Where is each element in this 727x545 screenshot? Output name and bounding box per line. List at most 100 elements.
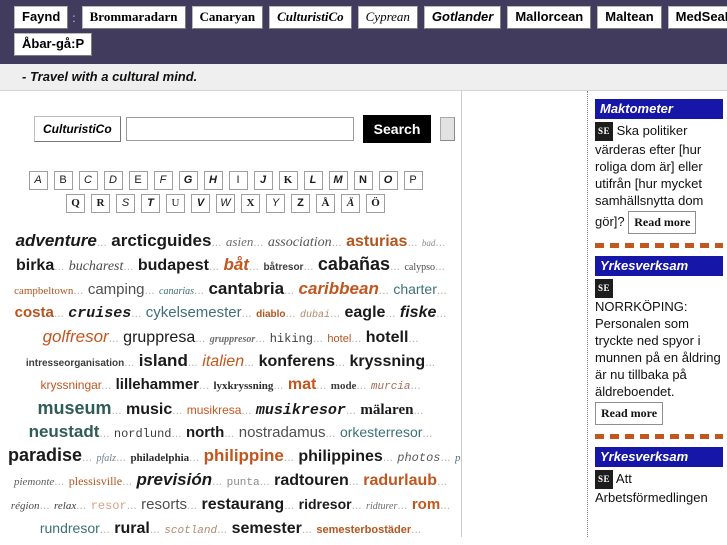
sidebar-block-title[interactable]: Maktometer [595,99,723,119]
tag-link-semesterbost-der[interactable]: semesterbostäder [316,524,411,536]
tag-link-m-laren[interactable]: mälaren [360,402,413,418]
nav-item-faynd[interactable]: Faynd [14,6,69,29]
tag-link-paradise[interactable]: paradise [8,445,82,465]
tag-link-music[interactable]: music [126,401,172,418]
tag-link-scotland[interactable]: scotland [164,525,217,537]
alphabet-button-r[interactable]: R [91,194,110,213]
tag-link-resor[interactable]: resor [91,499,127,513]
search-input[interactable] [125,117,354,141]
tag-link-ridresor[interactable]: ridresor [299,496,352,512]
tag-link-radurlaub[interactable]: radurlaub [363,472,437,489]
tag-link-r-gion[interactable]: région [11,500,40,512]
tag-link-intresseorganisation[interactable]: intresseorganisation [26,358,124,369]
tag-link-restaurang[interactable]: restaurang [201,496,284,513]
tag-link-konferens[interactable]: konferens [259,353,335,370]
tag-link-calypso[interactable]: calypso [404,262,435,273]
tag-link-b-t[interactable]: båt [223,255,249,274]
nav-item-mallorcean[interactable]: Mallorcean [507,6,592,29]
alphabet-button-w[interactable]: W [216,194,235,213]
tag-link-lyxkryssning[interactable]: lyxkryssning [213,380,273,392]
tag-link-relax[interactable]: relax [54,500,76,512]
tag-link-north[interactable]: north [186,424,224,441]
sidebar-block-title[interactable]: Yrkesverksam [595,256,723,276]
tag-link-murcia[interactable]: murcia [371,381,411,393]
tag-link-piemonte[interactable]: piemonte [14,476,54,488]
tag-link-musikresor[interactable]: musikresor [256,402,346,419]
tag-link-semester[interactable]: semester [232,520,302,537]
tag-link-cruises[interactable]: cruises [68,305,131,322]
read-more-button[interactable]: Read more [628,211,697,234]
alphabet-button-å[interactable]: Å [316,194,335,213]
tag-link-campbeltown[interactable]: campbeltown [14,285,73,297]
tag-link-asien[interactable]: asien [226,234,253,249]
tag-link-charter[interactable]: charter [393,281,437,297]
tag-link-musikresa[interactable]: musikresa [187,403,242,417]
tag-link-neustadt[interactable]: neustadt [29,422,100,441]
alphabet-button-d[interactable]: D [103,171,123,190]
tag-link-ridturer[interactable]: ridturer [366,501,397,512]
tag-link-caba-as[interactable]: cabañas [318,254,390,274]
tag-link-picnic[interactable]: picnic [455,452,461,464]
tag-link-cykelsemester[interactable]: cykelsemester [146,304,242,321]
alphabet-button-n[interactable]: N [353,171,373,190]
read-more-button[interactable]: Read more [595,402,664,425]
tag-link-hotell[interactable]: hotell [366,329,409,346]
sidebar-block-title[interactable]: Yrkesverksam [595,447,723,467]
alphabet-button-p[interactable]: P [403,171,423,190]
search-button[interactable]: Search [362,115,432,143]
tag-link-rom[interactable]: rom [412,496,440,513]
tag-link-lillehammer[interactable]: lillehammer [116,376,199,393]
tag-link-costa[interactable]: costa [15,304,54,321]
alphabet-button-y[interactable]: Y [266,194,285,213]
alphabet-button-c[interactable]: C [78,171,98,190]
tag-link-orkesterresor[interactable]: orkesterresor [340,424,422,440]
alphabet-button-j[interactable]: J [253,171,273,190]
alphabet-button-h[interactable]: H [203,171,223,190]
alphabet-button-b[interactable]: B [53,171,73,190]
tag-link-nostradamus[interactable]: nostradamus [239,424,326,441]
tag-link-previsi-n[interactable]: previsión [137,470,213,489]
alphabet-button-g[interactable]: G [178,171,198,190]
alphabet-button-z[interactable]: Z [291,194,310,213]
tag-link-philadelphia[interactable]: philadelphia [130,452,189,464]
tag-link-hotel[interactable]: hotel [327,333,351,345]
brand-scope-button[interactable]: CulturistiCo [34,116,121,142]
nav-item-cyprean[interactable]: Cyprean [357,6,418,29]
alphabet-button-k[interactable]: K [278,171,298,190]
tag-link-mat[interactable]: mat [288,376,316,393]
nav-item-brommaradarn[interactable]: Brommaradarn [81,6,186,29]
nav-item-maltean[interactable]: Maltean [597,6,662,29]
alphabet-button-f[interactable]: F [153,171,173,190]
tag-link-philippines[interactable]: philippines [298,448,382,465]
tag-link-museum[interactable]: museum [38,398,112,418]
alphabet-button-m[interactable]: M [328,171,348,190]
tag-link-radtouren[interactable]: radtouren [274,472,349,489]
alphabet-button-v[interactable]: V [191,194,210,213]
tag-link-b-tresor[interactable]: båtresor [263,262,303,273]
tag-link-bucharest[interactable]: bucharest [69,259,124,274]
alphabet-button-t[interactable]: T [141,194,160,213]
tag-link-adventure[interactable]: adventure [16,231,97,250]
tag-link-plessisville[interactable]: plessisville [69,474,122,488]
alphabet-button-u[interactable]: U [166,194,185,213]
tag-link-island[interactable]: island [139,351,188,370]
tag-link-canarias[interactable]: canarias [159,286,194,297]
tag-link-kryssning[interactable]: kryssning [350,353,426,370]
alphabet-button-e[interactable]: E [128,171,148,190]
alphabet-button-l[interactable]: L [303,171,323,190]
tag-link-mode[interactable]: mode [331,380,357,392]
tag-link-caribbean[interactable]: caribbean [299,279,379,298]
tag-link-eagle[interactable]: eagle [345,304,386,321]
tag-link-diablo[interactable]: diablo [256,309,285,320]
tag-link-photos[interactable]: photos [397,451,440,465]
tag-link-arcticguides[interactable]: arcticguides [111,231,211,250]
tag-link-dubai[interactable]: dubai [300,310,330,321]
alphabet-button-x[interactable]: X [241,194,260,213]
tag-link-resorts[interactable]: resorts [141,496,187,513]
tag-link-rundresor[interactable]: rundresor [40,520,100,536]
alphabet-button-q[interactable]: Q [66,194,85,213]
alphabet-button-s[interactable]: S [116,194,135,213]
nav-item-culturistico[interactable]: CulturistiCo [269,6,352,29]
tag-link-hiking[interactable]: hiking [270,332,313,346]
tag-link-nordlund[interactable]: nordlund [114,427,172,441]
